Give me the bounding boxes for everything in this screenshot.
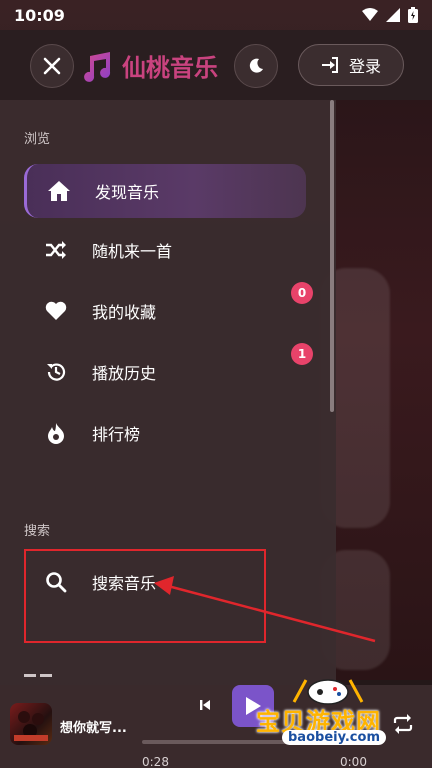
app-logo: 仙桃音乐 — [80, 48, 218, 83]
gamepad-logo-icon — [292, 679, 364, 705]
favorites-count-badge: 0 — [291, 282, 313, 304]
nav-item-label: 我的收藏 — [92, 303, 157, 322]
login-label: 登录 — [348, 57, 381, 76]
nav-item-label: 随机来一首 — [92, 242, 173, 261]
watermark: 宝贝游戏网 baobeiy.com — [252, 672, 402, 752]
fire-icon — [44, 421, 68, 445]
previous-track-button[interactable] — [198, 697, 212, 716]
album-art[interactable] — [10, 703, 52, 745]
login-icon — [321, 57, 338, 73]
drawer-scrollbar[interactable] — [330, 100, 334, 412]
annotation-highlight-box — [24, 549, 266, 643]
section-title-browse: 浏览 — [24, 132, 51, 147]
nav-item-history[interactable]: 播放历史 — [24, 345, 306, 399]
section-title-search: 搜索 — [24, 524, 51, 539]
nav-item-charts[interactable]: 排行榜 — [24, 406, 306, 460]
nav-item-random[interactable]: 随机来一首 — [24, 223, 306, 277]
nav-item-label: 播放历史 — [92, 364, 157, 383]
section-title-partial — [24, 666, 54, 680]
navigation-drawer: 浏览 发现音乐 随机来一首 我的收藏 0 播放历史 1 排行榜 搜索 搜索音乐 — [0, 100, 336, 685]
status-bar: 10:09 — [0, 0, 432, 30]
home-icon — [47, 179, 71, 203]
nav-item-favorites[interactable]: 我的收藏 — [24, 284, 306, 338]
app-name: 仙桃音乐 — [122, 54, 218, 82]
skip-previous-icon — [200, 700, 210, 710]
moon-icon — [249, 58, 263, 73]
signal-icon — [386, 8, 400, 22]
heart-icon — [44, 299, 68, 323]
shuffle-icon — [44, 238, 68, 262]
login-button[interactable]: 登录 — [298, 44, 404, 86]
top-header: 仙桃音乐 登录 — [0, 30, 432, 100]
battery-icon — [408, 7, 418, 23]
nav-item-label: 发现音乐 — [95, 183, 160, 202]
status-time: 10:09 — [14, 5, 65, 25]
status-icons — [362, 7, 418, 23]
music-note-icon — [84, 51, 111, 82]
now-playing-title: 想你就写... — [60, 721, 127, 736]
theme-toggle-button[interactable] — [234, 44, 278, 88]
wifi-icon — [362, 8, 378, 21]
total-time: 0:00 — [340, 755, 367, 768]
history-count-badge: 1 — [291, 343, 313, 365]
close-drawer-button[interactable] — [30, 44, 74, 88]
nav-item-label: 排行榜 — [92, 425, 141, 444]
current-time: 0:28 — [142, 755, 169, 768]
watermark-url: baobeiy.com — [282, 730, 386, 745]
close-icon — [43, 57, 61, 75]
history-icon — [44, 360, 68, 384]
nav-item-discover[interactable]: 发现音乐 — [24, 164, 306, 218]
